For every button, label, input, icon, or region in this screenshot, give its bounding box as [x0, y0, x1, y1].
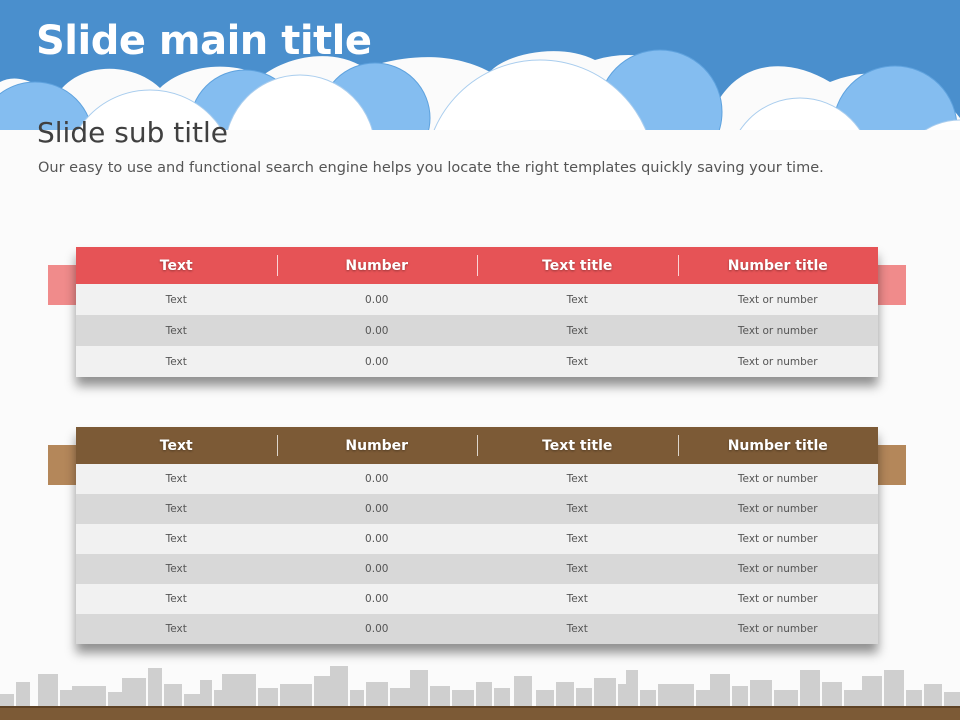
- slide-main-title: Slide main title: [36, 18, 372, 64]
- slide-description: Our easy to use and functional search en…: [38, 160, 824, 176]
- table-cell: Text or number: [737, 623, 818, 635]
- red-table-block: Text Number Text title Number title Text…: [48, 247, 906, 387]
- table-body: Text 0.00 Text Text or number Text 0.00 …: [76, 284, 878, 377]
- column-header: Text: [159, 437, 193, 454]
- ground-strip: [0, 706, 960, 720]
- table-cell: Text: [165, 473, 187, 485]
- table-cell: Text: [165, 533, 187, 545]
- table-cell: Text: [566, 324, 588, 337]
- table-row: Text 0.00 Text Text or number: [76, 524, 878, 554]
- data-table: Text Number Text title Number title Text…: [76, 247, 878, 377]
- table-cell: Text: [566, 473, 588, 485]
- table-header: Text Number Text title Number title: [76, 427, 878, 464]
- column-header: Text: [159, 257, 193, 274]
- table-body: Text 0.00 Text Text or number Text 0.00 …: [76, 464, 878, 644]
- table-cell: 0.00: [365, 324, 389, 337]
- table-row: Text 0.00 Text Text or number: [76, 464, 878, 494]
- table-cell: Text or number: [737, 563, 818, 575]
- table-cell: 0.00: [365, 623, 389, 635]
- table-cell: 0.00: [365, 563, 389, 575]
- table-cell: Text: [566, 623, 588, 635]
- table-cell: Text or number: [737, 293, 818, 306]
- city-skyline-decoration: [0, 666, 960, 708]
- table-row: Text 0.00 Text Text or number: [76, 315, 878, 346]
- table-row: Text 0.00 Text Text or number: [76, 554, 878, 584]
- table-header: Text Number Text title Number title: [76, 247, 878, 284]
- table-cell: Text: [165, 503, 187, 515]
- table-cell: Text or number: [737, 355, 818, 368]
- table-cell: Text or number: [737, 473, 818, 485]
- table-cell: Text or number: [737, 324, 818, 337]
- table-cell: Text: [566, 593, 588, 605]
- table-cell: 0.00: [365, 503, 389, 515]
- column-header: Text title: [477, 427, 678, 464]
- table-cell: Text: [165, 293, 187, 306]
- table-cell: Text: [566, 503, 588, 515]
- table-row: Text 0.00 Text Text or number: [76, 584, 878, 614]
- table-cell: Text: [566, 293, 588, 306]
- brown-table-block: Text Number Text title Number title Text…: [48, 427, 906, 657]
- table-row: Text 0.00 Text Text or number: [76, 494, 878, 524]
- table-cell: Text: [566, 533, 588, 545]
- table-cell: Text or number: [737, 533, 818, 545]
- table-row: Text 0.00 Text Text or number: [76, 614, 878, 644]
- column-header: Text title: [477, 247, 678, 284]
- table-cell: Text or number: [737, 593, 818, 605]
- column-header: Number: [276, 247, 478, 284]
- table-cell: Text: [165, 355, 187, 368]
- table-cell: 0.00: [365, 533, 389, 545]
- table-row: Text 0.00 Text Text or number: [76, 284, 878, 315]
- column-header: Number: [276, 427, 478, 464]
- slide-sub-title: Slide sub title: [37, 116, 228, 149]
- table-cell: 0.00: [365, 473, 389, 485]
- table-row: Text 0.00 Text Text or number: [76, 346, 878, 377]
- column-header: Number title: [677, 247, 879, 284]
- table-cell: Text: [165, 324, 187, 337]
- table-cell: Text: [165, 623, 187, 635]
- table-cell: Text: [566, 563, 588, 575]
- table-cell: Text: [165, 593, 187, 605]
- table-cell: Text: [566, 355, 588, 368]
- column-header: Number title: [677, 427, 879, 464]
- table-cell: 0.00: [365, 593, 389, 605]
- table-cell: Text or number: [737, 503, 818, 515]
- data-table: Text Number Text title Number title Text…: [76, 427, 878, 644]
- table-cell: Text: [165, 563, 187, 575]
- table-cell: 0.00: [365, 293, 389, 306]
- table-cell: 0.00: [365, 355, 389, 368]
